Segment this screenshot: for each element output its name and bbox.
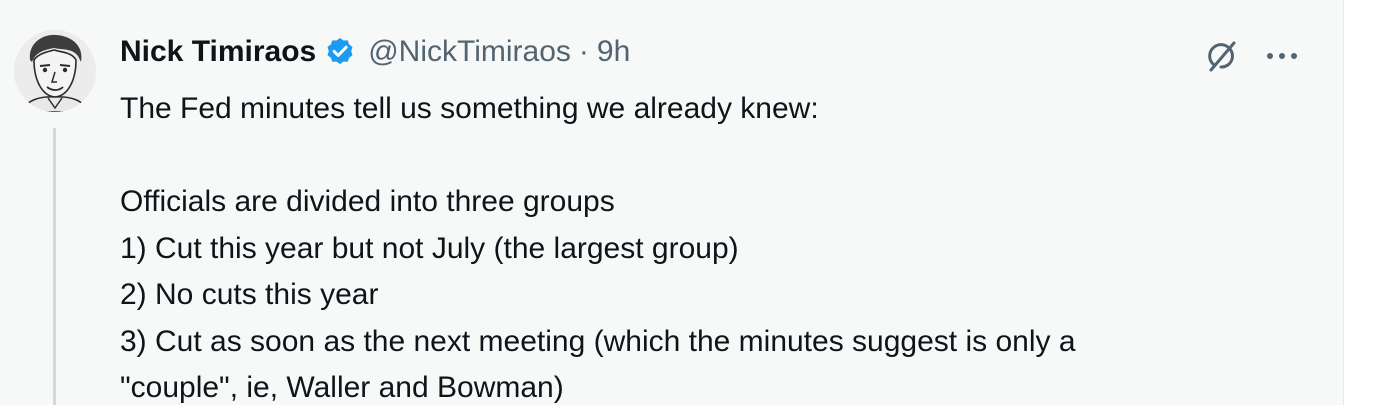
verified-badge-icon <box>324 36 356 68</box>
tweet-text-item-1: 1) Cut this year but not July (the large… <box>120 231 739 265</box>
tweet-card[interactable]: Nick Timiraos @NickTimiraos · 9h The Fed… <box>0 0 1344 405</box>
tweet-timestamp[interactable]: 9h <box>597 35 630 69</box>
tweet-text-groups-lead: Officials are divided into three groups <box>120 185 615 218</box>
more-icon[interactable] <box>1258 36 1306 76</box>
tweet-header: Nick Timiraos @NickTimiraos · 9h <box>120 34 630 70</box>
tweet-text: The Fed minutes tell us something we alr… <box>120 86 1300 412</box>
grok-icon[interactable] <box>1201 36 1241 76</box>
author-name[interactable]: Nick Timiraos <box>120 35 316 69</box>
separator-dot: · <box>578 35 589 68</box>
avatar[interactable] <box>14 30 96 112</box>
avatar-portrait <box>14 30 96 112</box>
tweet-text-intro: The Fed minutes tell us something we alr… <box>120 92 819 125</box>
tweet-text-item-2: 2) No cuts this year <box>120 278 379 311</box>
thread-connector-line <box>53 128 56 405</box>
author-handle[interactable]: @NickTimiraos <box>368 35 571 69</box>
tweet-text-item-3-line-1: 3) Cut as soon as the next meeting (whic… <box>120 324 1076 358</box>
